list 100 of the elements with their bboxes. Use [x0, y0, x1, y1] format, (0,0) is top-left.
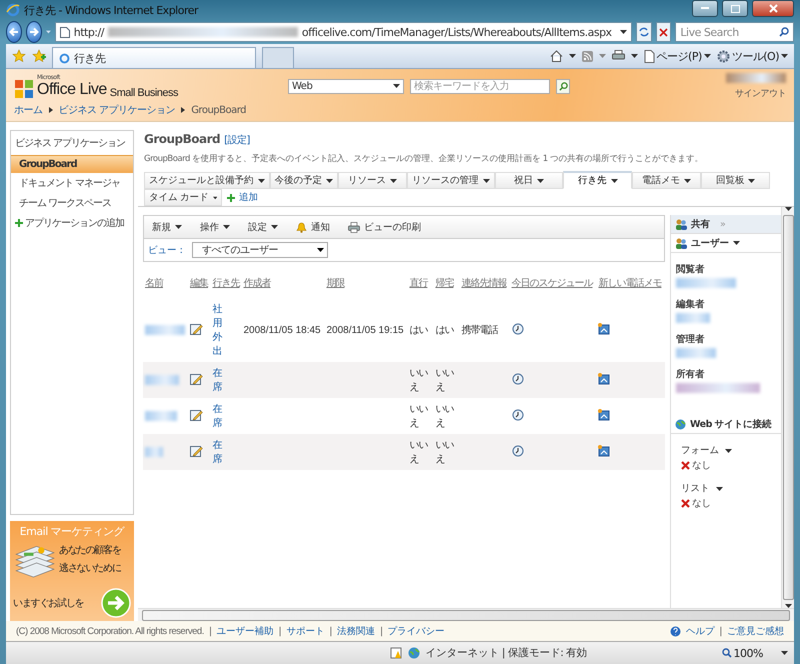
toolbar-button[interactable]: 操作	[200, 220, 230, 234]
section-menu[interactable]: フォーム	[681, 444, 771, 457]
add-favorite-icon[interactable]	[32, 49, 46, 63]
footer-link[interactable]: 法務関連	[336, 624, 375, 638]
help-icon[interactable]	[670, 626, 681, 636]
clock-icon[interactable]	[512, 444, 524, 456]
sign-out-link[interactable]: サインアウト	[735, 86, 786, 100]
separator-text: |	[278, 626, 282, 636]
column-header[interactable]: 名前	[143, 274, 188, 298]
settings-link[interactable]: [設定]	[224, 133, 250, 147]
caret-icon	[598, 54, 606, 58]
forward-button[interactable]	[26, 21, 42, 43]
caret-icon	[630, 54, 638, 58]
column-header[interactable]: 行き先	[210, 274, 242, 298]
search-field[interactable]: Live Search	[675, 22, 794, 42]
memo-icon[interactable]	[598, 408, 610, 420]
edit-icon[interactable]	[190, 444, 203, 456]
printer-icon[interactable]	[612, 50, 625, 62]
caret-icon	[317, 248, 324, 252]
caret-icon	[781, 651, 788, 655]
command-menu[interactable]: ツール(O)	[716, 48, 788, 64]
edit-icon[interactable]	[190, 372, 203, 384]
back-arrow-icon	[8, 27, 19, 37]
vertical-scrollbar[interactable]	[781, 207, 794, 608]
app-tab[interactable]: リソースの管理	[407, 172, 495, 189]
column-header[interactable]: 帰宅	[433, 274, 460, 298]
sidebar-item[interactable]: ドキュメント マネージャ	[11, 173, 133, 193]
horizontal-scrollbar[interactable]	[138, 608, 794, 621]
separator-text: |	[719, 626, 722, 636]
edit-icon[interactable]	[190, 322, 203, 334]
app-tab[interactable]: スケジュールと設備予約	[144, 172, 270, 189]
toolbar-button[interactable]: 設定	[248, 220, 278, 234]
breadcrumb-link[interactable]: ホーム	[14, 103, 42, 117]
close-button[interactable]	[752, 0, 794, 17]
stop-button[interactable]	[656, 22, 672, 42]
footer-link[interactable]: プライバシー	[388, 624, 445, 638]
app-tab[interactable]: 電話メモ	[632, 172, 702, 189]
location-link[interactable]: 在席	[212, 366, 224, 394]
search-scope-select[interactable]: Web	[288, 78, 404, 94]
column-header[interactable]: 期限	[324, 274, 408, 298]
footer-link[interactable]: ヘルプ	[686, 624, 714, 638]
footer-link[interactable]: ユーザー補助	[216, 624, 274, 638]
column-header[interactable]: 作成者	[242, 274, 324, 298]
clock-icon[interactable]	[512, 408, 524, 420]
zoom-control[interactable]: 100%	[722, 646, 788, 660]
add-application-link[interactable]: アプリケーションの追加	[25, 216, 124, 230]
app-tab[interactable]: 回覧板	[701, 172, 770, 189]
zoom-icon	[722, 648, 732, 658]
ad-banner[interactable]: Email マーケティング あなたの顧客を 逃さないために いますぐお試しを	[10, 521, 134, 621]
memo-icon[interactable]	[598, 372, 610, 384]
toolbar-button[interactable]: 新規	[152, 220, 182, 234]
app-tab[interactable]: 行き先	[563, 171, 632, 189]
clock-icon[interactable]	[512, 322, 524, 334]
refresh-button[interactable]	[636, 22, 652, 42]
column-header[interactable]: 連絡先情報	[459, 274, 510, 298]
star-icon[interactable]	[12, 49, 26, 63]
minimize-button[interactable]	[692, 0, 718, 17]
page-icon	[644, 50, 655, 62]
app-tab[interactable]: 今後の予定	[270, 172, 338, 189]
app-tab[interactable]: リソース	[338, 172, 408, 189]
sidebar-item[interactable]: チーム ワークスペース	[11, 193, 133, 213]
edit-icon[interactable]	[190, 408, 203, 420]
column-header[interactable]: 新しい電話メモ	[596, 274, 665, 298]
toolbar-button[interactable]: 通知	[296, 220, 330, 234]
command-menu[interactable]: ページ(P)	[644, 48, 711, 64]
table-cell-text: いいえ	[435, 367, 455, 394]
column-header[interactable]: 今日のスケジュール	[510, 274, 596, 298]
toolbar-button[interactable]: ビューの印刷	[348, 220, 421, 234]
add-tab-button[interactable]: 追加	[222, 189, 263, 206]
caret-icon	[326, 178, 334, 182]
location-link[interactable]: 在席	[212, 438, 224, 466]
home-icon[interactable]	[550, 50, 563, 62]
browser-tab[interactable]: 行き先	[52, 47, 256, 68]
location-link[interactable]: 社用外出	[212, 302, 224, 358]
breadcrumb-link[interactable]: GroupBoard	[191, 104, 246, 116]
footer-link[interactable]: サポート	[286, 624, 324, 638]
column-header[interactable]: 編集	[188, 274, 210, 298]
breadcrumb-link[interactable]: ビジネス アプリケーション	[58, 103, 176, 117]
memo-icon[interactable]	[598, 322, 610, 334]
app-tab[interactable]: タイム カード	[144, 189, 222, 206]
footer-link[interactable]: ご意見ご感想	[727, 624, 784, 638]
page-description: GroupBoard を使用すると、予定表へのイベント記入、スケジュールの管理、企業リソースの使用計画を 1 つの共有の場所で行うことができます。	[143, 152, 704, 165]
users-menu[interactable]: ユーザー	[671, 233, 781, 253]
column-header[interactable]: 直行	[407, 274, 434, 298]
globe-icon	[408, 647, 420, 659]
back-button[interactable]	[6, 21, 22, 43]
minimize-icon	[701, 7, 709, 10]
section-menu[interactable]: リスト	[681, 482, 771, 495]
address-field[interactable]: http:// officelive.com/TimeManager/Lists/Whereabouts/AllItems.aspx	[54, 22, 632, 42]
memo-icon[interactable]	[598, 444, 610, 456]
maximize-button[interactable]	[722, 0, 748, 17]
clock-icon[interactable]	[512, 372, 524, 384]
sidebar-item[interactable]: GroupBoard	[11, 155, 133, 173]
blurred-text	[676, 313, 710, 323]
location-link[interactable]: 在席	[212, 402, 224, 430]
search-button[interactable]	[556, 78, 570, 94]
caret-icon	[393, 84, 400, 88]
app-tab[interactable]: 祝日	[494, 172, 564, 189]
feed-icon[interactable]	[582, 50, 593, 62]
view-select[interactable]: すべてのユーザー	[192, 242, 328, 258]
